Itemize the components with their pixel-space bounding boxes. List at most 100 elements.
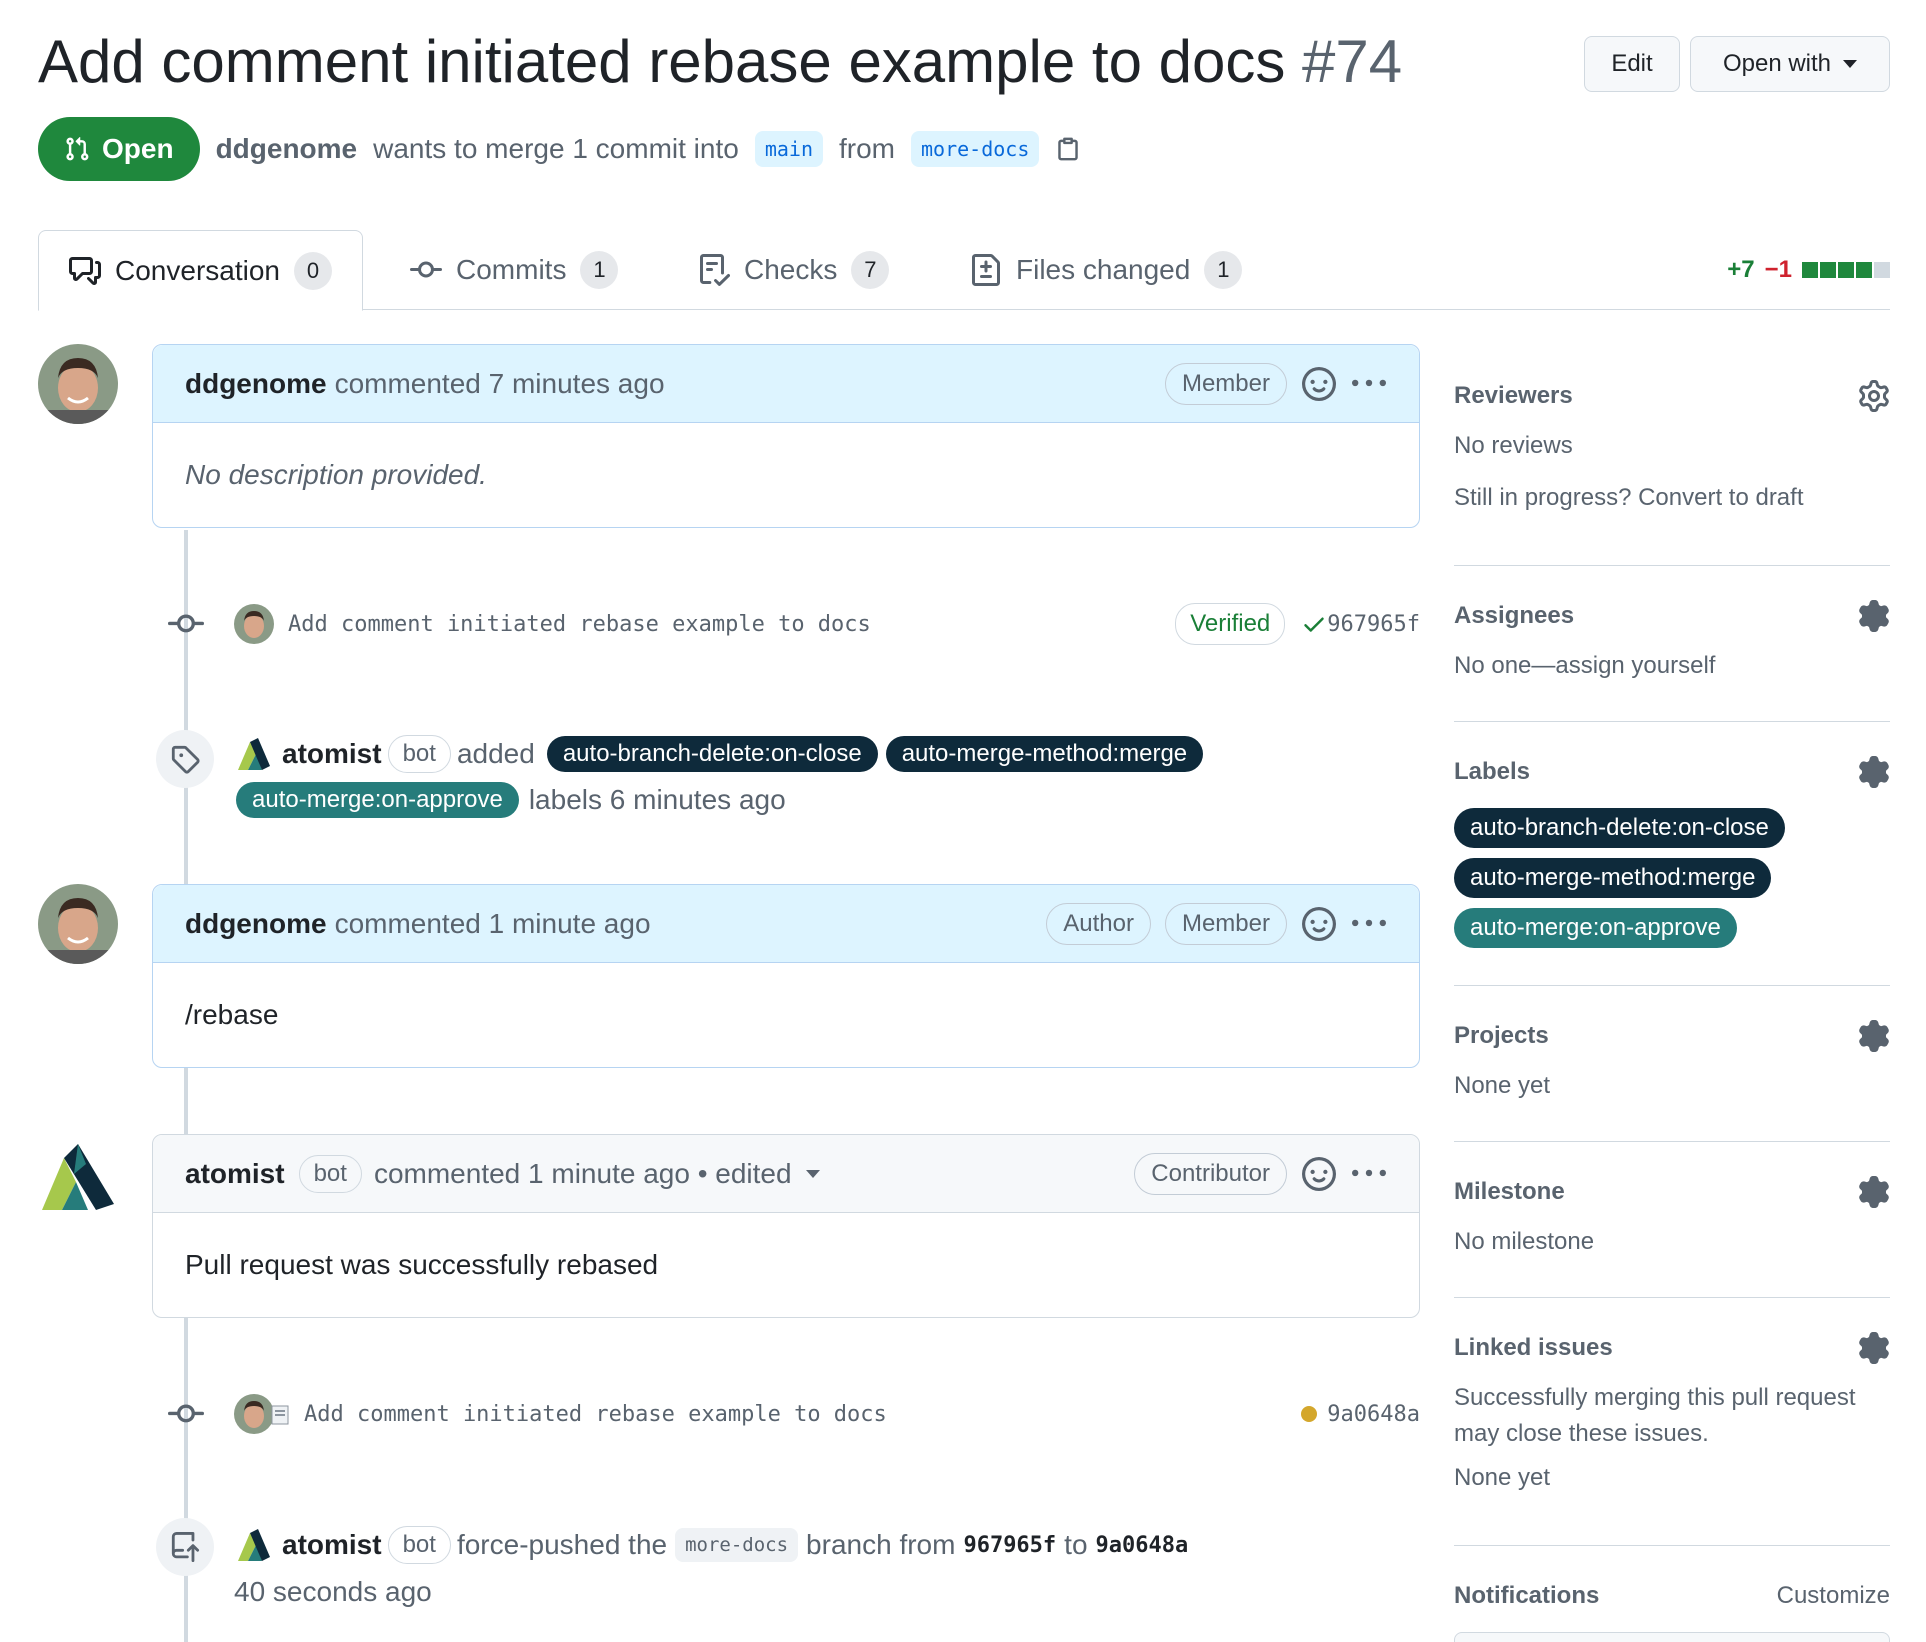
comment-meta[interactable]: commented 1 minute ago • edited — [374, 1158, 792, 1190]
commit-row: Add comment initiated rebase example to … — [168, 1390, 1420, 1438]
base-branch[interactable]: main — [754, 131, 823, 167]
bot-badge: bot — [387, 735, 451, 773]
label-pill[interactable]: auto-branch-delete:on-close — [1454, 808, 1785, 848]
sidebar-reviewers: Reviewers No reviews Still in progress? … — [1454, 356, 1890, 566]
smiley-icon[interactable] — [1301, 1156, 1337, 1192]
assign-yourself-link[interactable]: No one—assign yourself — [1454, 648, 1890, 684]
gear-icon[interactable] — [1858, 1020, 1890, 1052]
label-pill[interactable]: auto-merge:on-approve — [1454, 908, 1737, 948]
avatar[interactable] — [38, 344, 118, 424]
avatar[interactable] — [234, 1394, 274, 1434]
status-text: Open — [102, 133, 174, 164]
comment-author[interactable]: ddgenome — [185, 908, 327, 940]
diffstat-block — [1838, 262, 1854, 278]
comment-header: atomist bot commented 1 minute ago • edi… — [153, 1135, 1419, 1213]
sidebar-heading[interactable]: Reviewers — [1454, 376, 1890, 416]
chevron-down-icon[interactable] — [805, 1169, 820, 1178]
atomist-logo-icon — [42, 1144, 114, 1210]
tab-commits[interactable]: Commits 1 — [380, 230, 648, 310]
kebab-horizontal-icon[interactable] — [1351, 366, 1387, 402]
event-badge — [156, 1518, 214, 1576]
smiley-icon[interactable] — [1301, 366, 1337, 402]
sidebar-heading[interactable]: Assignees — [1454, 596, 1890, 636]
sidebar-heading[interactable]: Milestone — [1454, 1172, 1890, 1212]
commit-sha[interactable]: 9a0648a — [1327, 1402, 1420, 1427]
file-diff-icon — [972, 254, 1000, 286]
chevron-down-icon — [1843, 60, 1858, 68]
avatar[interactable] — [38, 1134, 118, 1214]
commit-row: Add comment initiated rebase example to … — [168, 600, 1420, 648]
commit-message[interactable]: Add comment initiated rebase example to … — [304, 1402, 887, 1427]
gear-icon[interactable] — [1858, 600, 1890, 632]
comment-meta[interactable]: commented 7 minutes ago — [335, 368, 665, 400]
tab-files-changed[interactable]: Files changed 1 — [940, 230, 1272, 310]
comment-header: ddgenome commented 1 minute ago Author M… — [153, 885, 1419, 963]
sidebar-text: None yet — [1454, 1072, 1551, 1099]
sidebar-text: Successfully merging this pull request m… — [1454, 1384, 1856, 1447]
label-pill[interactable]: auto-branch-delete:on-close — [546, 736, 878, 772]
label-pill[interactable]: auto-merge:on-approve — [236, 782, 519, 818]
event-actor[interactable]: atomist — [282, 1529, 382, 1560]
labels-event-line2: auto-merge:on-approve labels 6 minutes a… — [232, 778, 786, 822]
avatar[interactable] — [234, 604, 274, 644]
commit-sha[interactable]: 967965f — [1327, 612, 1420, 637]
atomist-logo-icon — [238, 738, 270, 770]
comment-meta[interactable]: commented 1 minute ago — [335, 908, 651, 940]
from-text: from — [839, 133, 895, 164]
event-actor[interactable]: atomist — [282, 738, 382, 769]
sidebar-heading[interactable]: Labels — [1454, 752, 1890, 792]
from-sha[interactable]: 967965f — [963, 1533, 1056, 1558]
convert-to-draft-link[interactable]: Still in progress? Convert to draft — [1454, 480, 1890, 516]
pull-request-icon — [66, 136, 89, 161]
subscribe-button[interactable] — [1454, 1632, 1890, 1642]
pending-status-icon[interactable] — [1301, 1406, 1318, 1422]
sidebar: Reviewers No reviews Still in progress? … — [1454, 356, 1890, 1642]
label-pill[interactable]: auto-merge-method:merge — [885, 736, 1204, 772]
event-time[interactable]: 40 seconds ago — [234, 1576, 432, 1608]
to-sha[interactable]: 9a0648a — [1096, 1533, 1189, 1558]
page-title: Add comment initiated rebase example to … — [38, 22, 1402, 102]
gear-icon[interactable] — [1858, 756, 1890, 788]
sidebar-labels: Labels auto-branch-delete:on-close auto-… — [1454, 722, 1890, 986]
gear-icon[interactable] — [1858, 1176, 1890, 1208]
edit-button[interactable]: Edit — [1584, 36, 1680, 92]
sidebar-projects: Projects None yet — [1454, 986, 1890, 1142]
kebab-horizontal-icon[interactable] — [1351, 906, 1387, 942]
comment-author[interactable]: ddgenome — [185, 368, 327, 400]
comment-card: ddgenome commented 1 minute ago Author M… — [152, 884, 1420, 1068]
tab-label: Checks — [744, 254, 838, 285]
branch-name[interactable]: more-docs — [675, 1528, 799, 1562]
smiley-icon[interactable] — [1301, 906, 1337, 942]
sidebar-text: No milestone — [1454, 1228, 1595, 1255]
head-branch[interactable]: more-docs — [911, 131, 1040, 167]
role-badge: Author — [1046, 903, 1151, 945]
tab-count: 7 — [851, 251, 890, 289]
event-suffix[interactable]: labels 6 minutes ago — [529, 784, 786, 816]
verified-badge[interactable]: Verified — [1175, 603, 1286, 645]
comment-author[interactable]: atomist — [185, 1158, 285, 1190]
push-event-line1: atomist bot force-pushed the more-docs b… — [236, 1522, 1188, 1568]
sidebar-heading[interactable]: Linked issues — [1454, 1328, 1890, 1368]
gear-icon[interactable] — [1858, 1332, 1890, 1364]
pr-number: #74 — [1302, 28, 1403, 95]
pr-meta: Open ddgenome wants to merge 1 commit in… — [38, 116, 1081, 182]
commit-message[interactable]: Add comment initiated rebase example to … — [288, 612, 871, 637]
gear-icon[interactable] — [1858, 380, 1890, 412]
open-with-button[interactable]: Open with — [1690, 36, 1890, 92]
tab-conversation[interactable]: Conversation 0 — [38, 230, 363, 311]
sidebar-heading[interactable]: Projects — [1454, 1016, 1890, 1056]
open-with-label: Open with — [1722, 50, 1832, 77]
customize-link[interactable]: Customize — [1777, 1582, 1890, 1610]
event-verb: force-pushed the — [456, 1529, 668, 1560]
diffstat-block — [1874, 262, 1890, 278]
bot-avatar-icon — [271, 1405, 289, 1425]
copy-icon[interactable] — [1055, 134, 1081, 164]
author-link[interactable]: ddgenome — [216, 133, 358, 165]
avatar[interactable] — [38, 884, 118, 964]
role-badge: Member — [1164, 903, 1287, 945]
label-pill[interactable]: auto-merge-method:merge — [1454, 858, 1772, 898]
kebab-horizontal-icon[interactable] — [1351, 1156, 1387, 1192]
sidebar-milestone: Milestone No milestone — [1454, 1142, 1890, 1298]
commit-icon — [168, 1404, 204, 1423]
tab-checks[interactable]: Checks 7 — [668, 230, 919, 310]
